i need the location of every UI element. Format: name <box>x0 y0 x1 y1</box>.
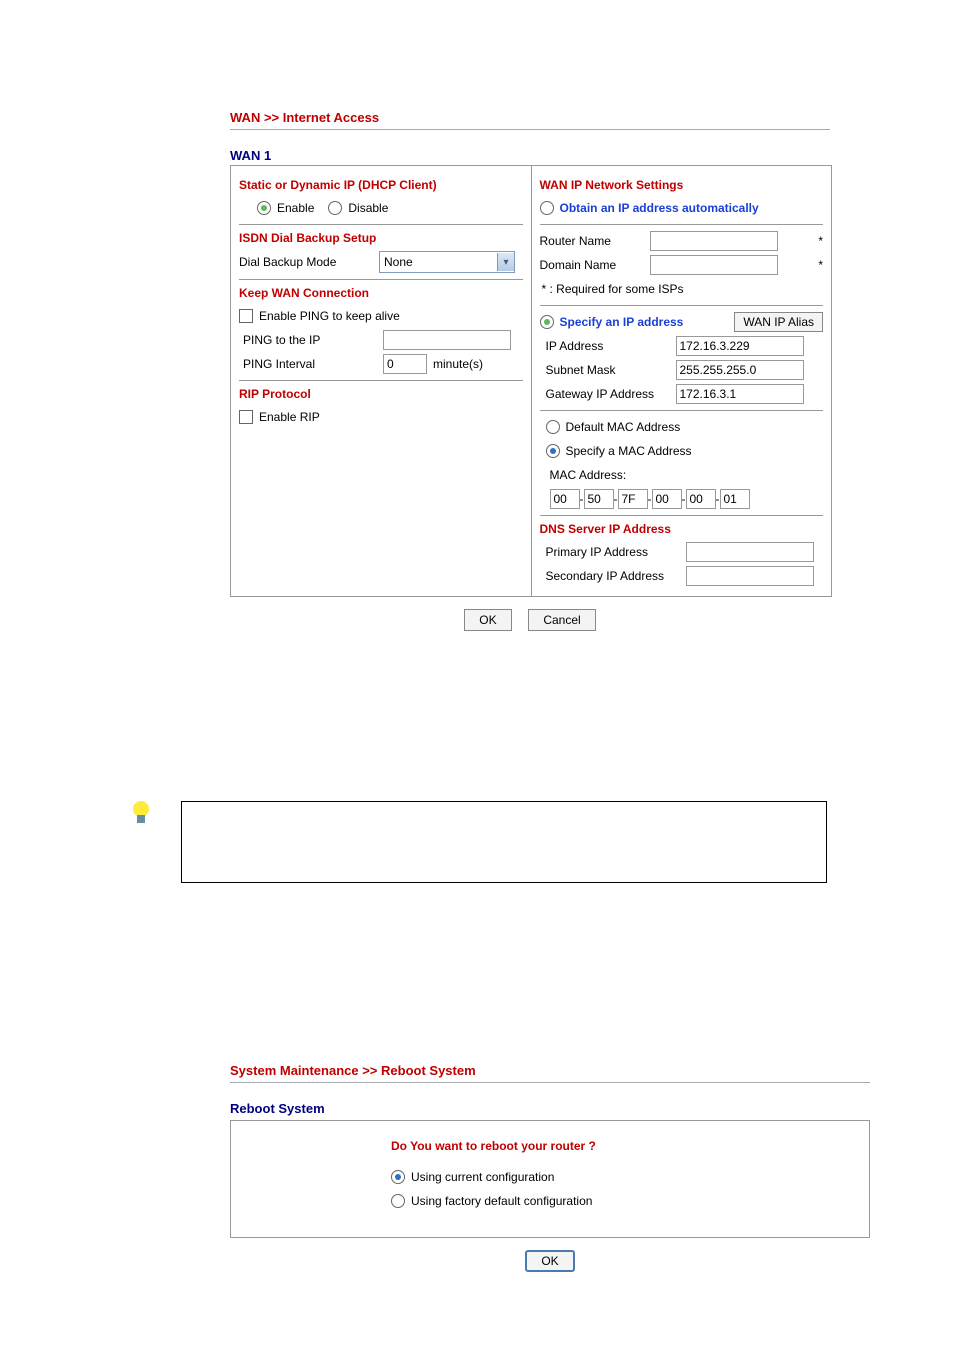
gateway-input[interactable] <box>676 384 804 404</box>
ping-interval-unit: minute(s) <box>433 357 483 371</box>
enable-radio[interactable] <box>257 201 271 215</box>
reboot-ok-button[interactable]: OK <box>525 1250 574 1272</box>
default-mac-label: Default MAC Address <box>566 420 681 434</box>
disable-radio[interactable] <box>328 201 342 215</box>
enable-label: Enable <box>277 201 314 215</box>
primary-ip-label: Primary IP Address <box>546 545 686 559</box>
specify-ip-label[interactable]: Specify an IP address <box>560 315 684 329</box>
mac-address-label: MAC Address: <box>550 468 627 482</box>
secondary-ip-input[interactable] <box>686 566 814 586</box>
ok-button[interactable]: OK <box>464 609 511 631</box>
reboot-panel: Do You want to reboot your router ? Usin… <box>230 1120 870 1238</box>
primary-ip-input[interactable] <box>686 542 814 562</box>
router-name-input[interactable] <box>650 231 778 251</box>
ping-to-ip-input[interactable] <box>383 330 511 350</box>
enable-ping-label: Enable PING to keep alive <box>259 309 400 323</box>
enable-rip-label: Enable RIP <box>259 410 320 424</box>
required-note: * : Required for some ISPs <box>542 282 684 296</box>
reboot-factory-radio[interactable] <box>391 1194 405 1208</box>
wan-panel: Static or Dynamic IP (DHCP Client) Enabl… <box>230 165 832 597</box>
subnet-mask-input[interactable] <box>676 360 804 380</box>
subnet-mask-label: Subnet Mask <box>546 363 676 377</box>
wan-ip-alias-button[interactable]: WAN IP Alias <box>734 312 823 332</box>
enable-rip-checkbox[interactable] <box>239 410 253 424</box>
cancel-button[interactable]: Cancel <box>528 609 595 631</box>
reboot-current-label: Using current configuration <box>411 1170 554 1184</box>
default-mac-radio[interactable] <box>546 420 560 434</box>
obtain-auto-label[interactable]: Obtain an IP address automatically <box>560 201 759 215</box>
gateway-label: Gateway IP Address <box>546 387 676 401</box>
wan-left-col: Static or Dynamic IP (DHCP Client) Enabl… <box>231 166 532 596</box>
breadcrumb-wan: WAN >> Internet Access <box>230 110 830 130</box>
mac-1-input[interactable] <box>584 489 614 509</box>
tip-area <box>133 801 830 883</box>
secondary-ip-label: Secondary IP Address <box>546 569 686 583</box>
enable-ping-checkbox[interactable] <box>239 309 253 323</box>
dial-backup-mode-select[interactable]: None ▾ <box>379 251 515 273</box>
mac-2-input[interactable] <box>618 489 648 509</box>
mac-5-input[interactable] <box>720 489 750 509</box>
ping-interval-label: PING Interval <box>243 357 383 371</box>
obtain-auto-radio[interactable] <box>540 201 554 215</box>
ip-address-input[interactable] <box>676 336 804 356</box>
domain-name-label: Domain Name <box>540 258 650 272</box>
wan-ip-heading: WAN IP Network Settings <box>540 178 824 192</box>
dial-backup-mode-label: Dial Backup Mode <box>239 255 379 269</box>
disable-label: Disable <box>348 201 388 215</box>
panel-title-wan1: WAN 1 <box>230 148 830 163</box>
specify-mac-radio[interactable] <box>546 444 560 458</box>
isdn-heading: ISDN Dial Backup Setup <box>239 231 523 245</box>
ip-address-label: IP Address <box>546 339 676 353</box>
reboot-factory-label: Using factory default configuration <box>411 1194 592 1208</box>
reboot-question: Do You want to reboot your router ? <box>391 1139 849 1153</box>
reboot-section: System Maintenance >> Reboot System Rebo… <box>230 1063 830 1272</box>
router-name-label: Router Name <box>540 234 650 248</box>
reboot-current-radio[interactable] <box>391 1170 405 1184</box>
breadcrumb-reboot: System Maintenance >> Reboot System <box>230 1063 870 1083</box>
ping-interval-input[interactable] <box>383 354 427 374</box>
domain-name-input[interactable] <box>650 255 778 275</box>
chevron-down-icon: ▾ <box>497 253 514 271</box>
dial-backup-mode-value: None <box>384 255 413 269</box>
tip-box <box>181 801 827 883</box>
static-dhcp-heading: Static or Dynamic IP (DHCP Client) <box>239 178 523 192</box>
mac-0-input[interactable] <box>550 489 580 509</box>
specify-ip-radio[interactable] <box>540 315 554 329</box>
mac-3-input[interactable] <box>652 489 682 509</box>
panel-title-reboot: Reboot System <box>230 1101 830 1116</box>
ping-to-ip-label: PING to the IP <box>243 333 383 347</box>
domain-name-star: * <box>778 258 824 272</box>
router-name-star: * <box>778 234 824 248</box>
dns-heading: DNS Server IP Address <box>540 522 824 536</box>
rip-heading: RIP Protocol <box>239 387 523 401</box>
lightbulb-icon <box>133 801 149 827</box>
specify-mac-label: Specify a MAC Address <box>566 444 692 458</box>
keep-wan-heading: Keep WAN Connection <box>239 286 523 300</box>
wan-right-col: WAN IP Network Settings Obtain an IP add… <box>532 166 832 596</box>
mac-4-input[interactable] <box>686 489 716 509</box>
